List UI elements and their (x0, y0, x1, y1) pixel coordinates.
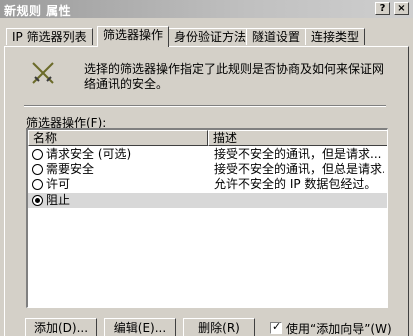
column-header-description[interactable]: 描述 (208, 130, 387, 146)
window-title: 新规则 属性 (4, 4, 72, 18)
item-name: 阻止 (46, 193, 71, 207)
list-item[interactable]: 请求安全 (可选) 接受不安全的通讯，但是请求... (28, 147, 387, 162)
description-text: 选择的筛选器操作指定了此规则是否协商及如何来保证网络通讯的安全。 (84, 62, 385, 91)
properties-dialog: 新规则 属性 ? × IP 筛选器列表 筛选器操作 身份验证方法 隧道设置 连接… (0, 0, 413, 336)
tab-filter-action[interactable]: 筛选器操作 (97, 26, 170, 47)
item-name: 需要安全 (46, 162, 95, 176)
list-item[interactable]: 许可 允许不安全的 IP 数据包经过。 (28, 177, 387, 192)
title-bar[interactable]: 新规则 属性 ? × (0, 0, 413, 18)
item-description: 接受不安全的通讯，但是请求... (214, 147, 382, 161)
separator (24, 105, 386, 107)
help-button[interactable]: ? (375, 2, 390, 15)
use-wizard-label[interactable]: 使用“添加向导”(W) (286, 320, 392, 336)
radio-button[interactable] (32, 149, 43, 160)
checkmark-icon: ✓ (272, 320, 282, 333)
item-description: 接受不安全的通讯，但总是请求... (214, 162, 384, 176)
tab-tunnel-settings[interactable]: 隧道设置 (246, 28, 307, 45)
tab-connection-type[interactable]: 连接类型 (305, 28, 366, 45)
list-item[interactable]: 需要安全 接受不安全的通讯，但总是请求... (28, 162, 387, 177)
close-button[interactable]: × (394, 2, 409, 15)
tab-authentication-methods[interactable]: 身份验证方法 (168, 28, 253, 45)
filter-actions-list[interactable]: 名称 描述 请求安全 (可选) 接受不安全的通讯，但是请求... 需要安全 接受… (26, 128, 388, 308)
crossed-swords-icon (32, 62, 54, 84)
radio-button[interactable] (32, 164, 43, 175)
radio-button[interactable] (32, 179, 43, 190)
item-name: 许可 (46, 177, 71, 191)
remove-button[interactable]: 删除(R) (183, 318, 255, 336)
tab-strip: IP 筛选器列表 筛选器操作 身份验证方法 隧道设置 连接类型 (0, 26, 413, 47)
radio-button-checked[interactable] (32, 195, 43, 206)
list-header: 名称 描述 (28, 130, 387, 146)
item-name: 请求安全 (可选) (46, 147, 132, 161)
column-header-name[interactable]: 名称 (28, 130, 208, 146)
use-wizard-checkbox[interactable]: ✓ (270, 320, 282, 334)
tab-ip-filter-list[interactable]: IP 筛选器列表 (6, 28, 93, 45)
edit-button[interactable]: 编辑(E)... (104, 318, 176, 336)
add-button[interactable]: 添加(D)... (25, 318, 97, 336)
item-description: 允许不安全的 IP 数据包经过。 (214, 177, 377, 191)
list-item-selected[interactable]: 阻止 (28, 193, 387, 208)
